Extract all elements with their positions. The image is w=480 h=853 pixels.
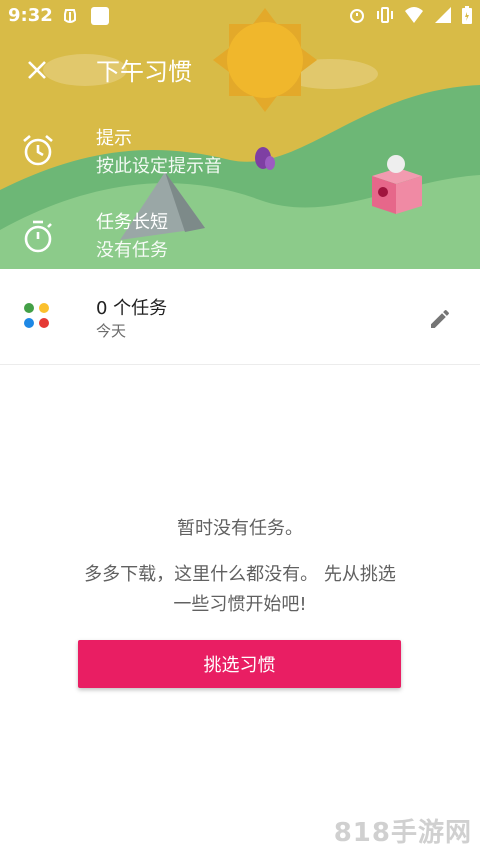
header-banner: 9:32 下午习惯 提示 按此设定提示音 任务长短 没有任务 bbox=[0, 0, 480, 269]
duration-setting-row[interactable]: 任务长短 没有任务 bbox=[0, 202, 480, 266]
pick-habits-button[interactable]: 挑选习惯 bbox=[78, 640, 401, 688]
dot-green bbox=[24, 303, 34, 313]
square-icon bbox=[90, 6, 110, 30]
dot-yellow bbox=[39, 303, 49, 313]
close-icon bbox=[28, 61, 46, 79]
duration-value: 没有任务 bbox=[96, 240, 168, 261]
edit-button[interactable] bbox=[424, 303, 456, 335]
stopwatch-icon bbox=[20, 218, 56, 254]
reminder-value: 按此设定提示音 bbox=[96, 156, 222, 177]
reminder-label: 提示 bbox=[96, 128, 132, 149]
close-button[interactable] bbox=[18, 51, 56, 89]
reminder-setting-row[interactable]: 提示 按此设定提示音 bbox=[0, 118, 480, 182]
duration-label: 任务长短 bbox=[96, 212, 168, 233]
pencil-icon bbox=[431, 309, 449, 328]
empty-state-title: 暂时没有任务。 bbox=[177, 518, 303, 539]
alarm-clock-icon bbox=[20, 132, 56, 168]
status-time: 9:32 bbox=[8, 5, 53, 26]
alarm-icon bbox=[348, 6, 366, 28]
bug-icon bbox=[60, 6, 80, 30]
page-title: 下午习惯 bbox=[96, 58, 192, 86]
empty-state-message: 多多下载，这里什么都没有。 先从挑选一些习惯开始吧! bbox=[84, 564, 396, 615]
dot-red bbox=[39, 318, 49, 328]
status-bar: 9:32 bbox=[0, 0, 480, 32]
signal-icon bbox=[434, 6, 452, 28]
watermark: 818手游网 bbox=[333, 818, 472, 848]
task-summary-row: 0 个任务 今天 bbox=[0, 269, 480, 365]
battery-icon bbox=[462, 6, 472, 28]
status-icons bbox=[348, 6, 472, 28]
color-dots-icon bbox=[24, 303, 52, 331]
wifi-icon bbox=[404, 6, 424, 28]
task-date: 今天 bbox=[96, 322, 127, 340]
vibrate-icon bbox=[376, 6, 394, 28]
task-count: 0 个任务 bbox=[96, 298, 168, 319]
dot-blue bbox=[24, 318, 34, 328]
